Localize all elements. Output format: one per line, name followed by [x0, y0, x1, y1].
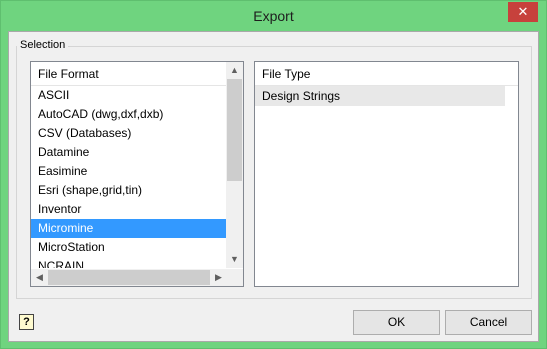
list-item[interactable]: Inventor [31, 200, 227, 219]
file-type-list[interactable]: File Type Design Strings [254, 61, 519, 287]
scroll-left-icon[interactable]: ◀ [31, 269, 48, 286]
file-format-header[interactable]: File Format [31, 62, 227, 86]
list-item[interactable]: CSV (Databases) [31, 124, 227, 143]
ok-button[interactable]: OK [353, 310, 440, 335]
list-item[interactable]: NCRAIN [31, 257, 227, 268]
help-icon[interactable]: ? [19, 314, 34, 330]
list-item[interactable]: Design Strings [255, 86, 505, 106]
window-title: Export [253, 8, 294, 24]
vertical-scrollbar[interactable]: ▲ ▼ [226, 62, 243, 268]
selection-group-label: Selection [17, 39, 69, 51]
list-item[interactable]: Esri (shape,grid,tin) [31, 181, 227, 200]
scroll-up-icon[interactable]: ▲ [226, 62, 243, 79]
horizontal-scroll-thumb[interactable] [48, 270, 210, 285]
title-bar[interactable]: Export ✕ [1, 1, 546, 31]
export-dialog: Export ✕ Selection File Format ASCII Aut… [0, 0, 547, 349]
list-item[interactable]: AutoCAD (dwg,dxf,dxb) [31, 105, 227, 124]
dialog-body: Selection File Format ASCII AutoCAD (dwg… [8, 31, 539, 342]
scroll-right-icon[interactable]: ▶ [210, 269, 227, 286]
file-type-header[interactable]: File Type [255, 62, 518, 86]
horizontal-scrollbar[interactable]: ◀ ▶ [31, 269, 227, 286]
list-item[interactable]: ASCII [31, 86, 227, 105]
list-item[interactable]: Easimine [31, 162, 227, 181]
file-format-items: ASCII AutoCAD (dwg,dxf,dxb) CSV (Databas… [31, 86, 227, 268]
file-format-list[interactable]: File Format ASCII AutoCAD (dwg,dxf,dxb) … [30, 61, 244, 287]
scroll-down-icon[interactable]: ▼ [226, 251, 243, 268]
list-item[interactable]: MicroStation [31, 238, 227, 257]
cancel-button[interactable]: Cancel [445, 310, 532, 335]
scrollbar-corner [226, 269, 243, 286]
close-icon[interactable]: ✕ [508, 2, 538, 22]
list-item-selected[interactable]: Micromine [31, 219, 227, 238]
list-item[interactable]: Datamine [31, 143, 227, 162]
vertical-scroll-thumb[interactable] [227, 79, 242, 181]
